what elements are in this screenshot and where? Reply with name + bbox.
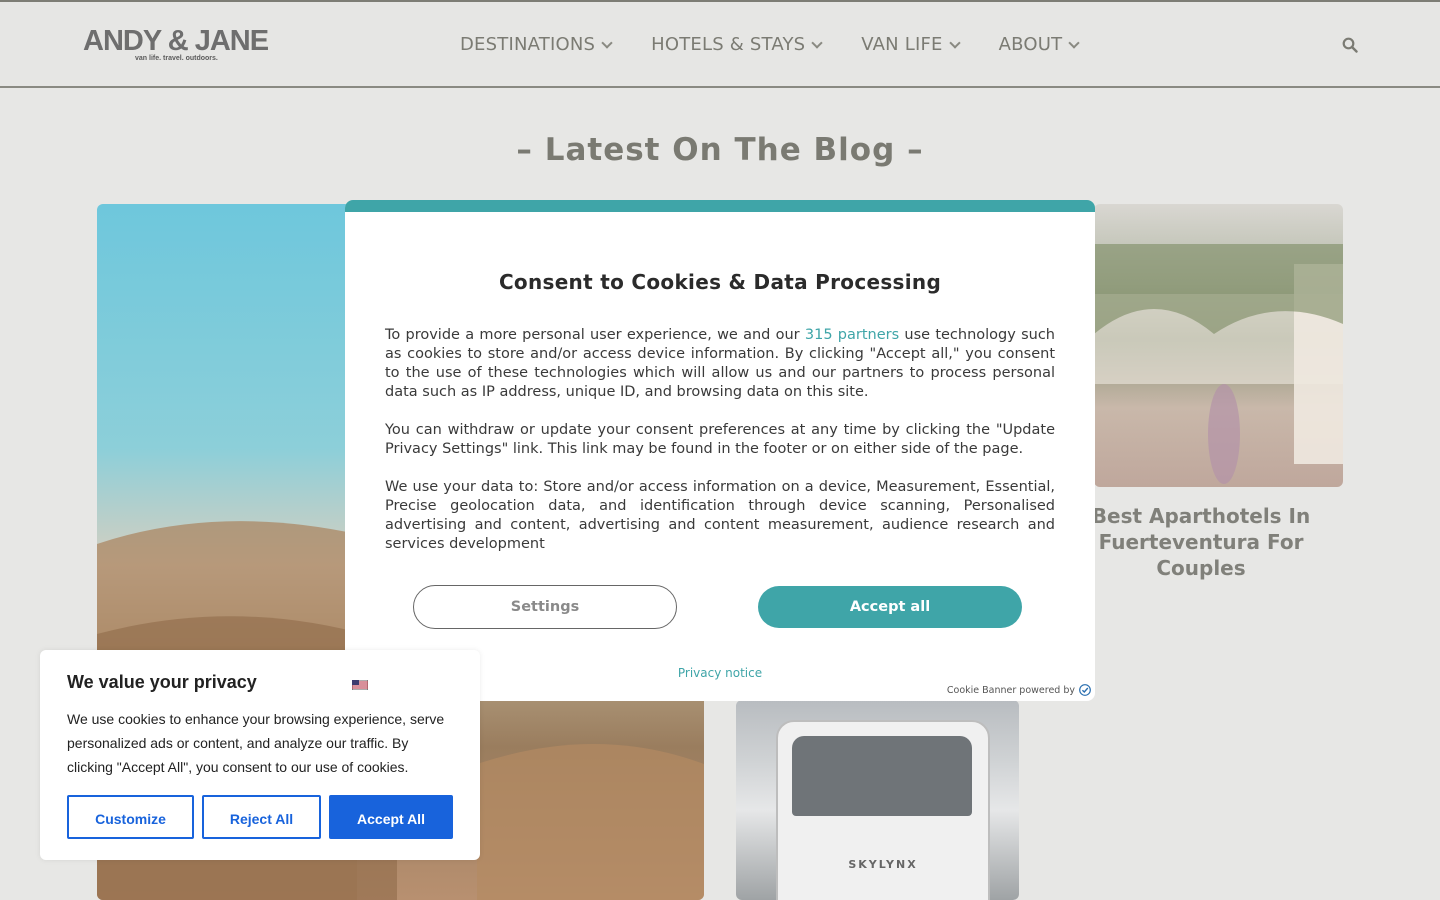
site-header: ANDY & JANE van life. travel. outdoors. … bbox=[0, 2, 1440, 88]
search-icon[interactable] bbox=[1342, 37, 1358, 53]
bus-illustration: SKYLYNX bbox=[776, 720, 990, 900]
customize-button[interactable]: Customize bbox=[67, 795, 194, 839]
privacy-popup-text: We use cookies to enhance your browsing … bbox=[67, 711, 445, 775]
bus-brand-text: SKYLYNX bbox=[848, 858, 918, 871]
blog-card-image-bus[interactable]: SKYLYNX bbox=[736, 700, 1019, 900]
chevron-down-icon bbox=[948, 36, 961, 49]
partners-link[interactable]: 315 partners bbox=[805, 327, 899, 343]
modal-paragraph-1: To provide a more personal user experien… bbox=[385, 326, 1055, 402]
para1-text: To provide a more personal user experien… bbox=[385, 327, 805, 343]
powered-by[interactable]: Cookie Banner powered by bbox=[947, 684, 1091, 696]
logo-text: ANDY & JANE bbox=[83, 25, 269, 57]
nav-about[interactable]: ABOUT bbox=[998, 34, 1080, 55]
hotel-photo bbox=[1094, 244, 1343, 484]
modal-title: Consent to Cookies & Data Processing bbox=[498, 270, 942, 294]
settings-button[interactable]: Settings bbox=[413, 585, 677, 629]
nav-label: VAN LIFE bbox=[861, 34, 943, 55]
chevron-down-icon bbox=[1068, 36, 1080, 49]
site-logo[interactable]: ANDY & JANE van life. travel. outdoors. bbox=[83, 26, 283, 62]
bus-windshield bbox=[792, 736, 972, 816]
main-nav: DESTINATIONS HOTELS & STAYS VAN LIFE ABO… bbox=[460, 34, 1118, 55]
section-title: – Latest On The Blog – bbox=[516, 132, 924, 168]
reject-all-button[interactable]: Reject All bbox=[202, 795, 321, 839]
blog-card-image-hotel[interactable] bbox=[1094, 204, 1343, 487]
powered-by-text: Cookie Banner powered by bbox=[946, 684, 1075, 696]
nav-hotels-stays[interactable]: HOTELS & STAYS bbox=[651, 34, 823, 55]
modal-paragraph-2: You can withdraw or update your consent … bbox=[385, 422, 1055, 457]
nav-label: ABOUT bbox=[998, 34, 1063, 55]
accept-all-popup-button[interactable]: Accept All bbox=[329, 795, 453, 839]
nav-label: HOTELS & STAYS bbox=[651, 34, 806, 55]
chevron-down-icon bbox=[601, 36, 613, 49]
blog-card-title[interactable]: Best Aparthotels In Fuerteventura For Co… bbox=[1080, 503, 1322, 581]
modal-paragraph-3: We use your data to: Store and/or access… bbox=[385, 479, 1055, 552]
privacy-popup: We value your privacy We use cookies to … bbox=[40, 650, 480, 860]
modal-body: To provide a more personal user experien… bbox=[385, 326, 1055, 573]
flag-icon[interactable] bbox=[352, 680, 368, 690]
chevron-down-icon bbox=[811, 36, 823, 49]
consent-modal: Consent to Cookies & Data Processing To … bbox=[345, 200, 1095, 701]
nav-label: DESTINATIONS bbox=[460, 34, 596, 55]
check-badge-icon bbox=[1079, 684, 1091, 696]
accept-all-button[interactable]: Accept all bbox=[758, 586, 1022, 628]
modal-accent-bar bbox=[345, 200, 1095, 212]
nav-destinations[interactable]: DESTINATIONS bbox=[460, 34, 613, 55]
nav-van-life[interactable]: VAN LIFE bbox=[861, 34, 961, 55]
privacy-popup-title: We value your privacy bbox=[67, 672, 257, 692]
